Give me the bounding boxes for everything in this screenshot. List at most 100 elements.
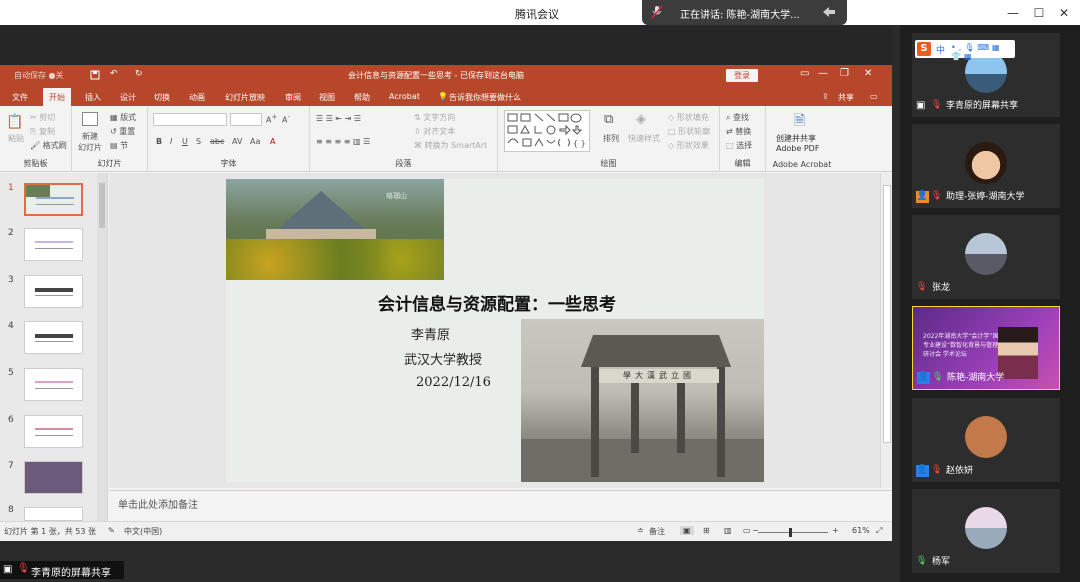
text-direction-button[interactable]: ⇅ 文字方向 — [414, 112, 455, 123]
tab-animations[interactable]: 动画 — [189, 92, 205, 103]
tab-review[interactable]: 审阅 — [285, 92, 301, 103]
smartart-button[interactable]: ⌘ 转换为 SmartArt — [414, 140, 487, 151]
participant-tile-active-speaker[interactable]: 2022年湖南大学“会计学”国家一流本科专业建设“数智化背景与管理理论” 主题研… — [912, 306, 1060, 390]
zoom-level[interactable]: 61% — [852, 526, 870, 535]
replace-button[interactable]: ⇄ 替换 — [726, 126, 751, 137]
undo-icon[interactable]: ↶ — [110, 69, 118, 79]
collapse-icon[interactable] — [820, 4, 838, 20]
speaking-indicator[interactable]: 正在讲话: 陈艳-湖南大学... — [642, 0, 847, 25]
quick-style-icon[interactable]: ◈ — [636, 112, 646, 127]
pdf-icon[interactable]: 🗎 — [794, 110, 805, 134]
bold-icon[interactable]: B — [156, 137, 162, 146]
quick-style-button[interactable]: 快速样式 — [628, 133, 660, 144]
notes-button[interactable]: 备注 — [649, 526, 665, 537]
slide-thumbnail[interactable] — [24, 275, 83, 308]
ime-mode[interactable]: 中 — [936, 43, 945, 56]
select-button[interactable]: ⬚ 选择 — [726, 140, 752, 151]
zoom-slider[interactable] — [758, 528, 828, 537]
slide-thumbnail[interactable] — [24, 183, 83, 216]
share-icon[interactable]: ⇪ — [822, 92, 829, 101]
underline-icon[interactable]: U — [182, 137, 188, 146]
ppt-close-icon[interactable]: ✕ — [864, 68, 872, 79]
cut-button[interactable]: ✂ 剪切 — [30, 112, 55, 123]
save-icon[interactable] — [90, 70, 100, 80]
notes-pane[interactable]: 单击此处添加备注 — [109, 490, 892, 521]
tab-acrobat[interactable]: Acrobat — [389, 92, 420, 101]
zoom-out-icon[interactable]: − — [752, 526, 759, 535]
participant-tile[interactable]: 🎙 张龙 — [912, 215, 1060, 299]
align-text-button[interactable]: ⇳ 对齐文本 — [414, 126, 455, 137]
shadow-icon[interactable]: S — [196, 137, 201, 146]
tab-help[interactable]: 帮助 — [354, 92, 370, 103]
align-icons[interactable]: ≡ ≡ ≡ ≡ ▥ ☰ — [316, 137, 370, 146]
format-painter-button[interactable]: 🖌 格式刷 — [30, 140, 67, 151]
slide-thumbnail[interactable] — [24, 228, 83, 261]
shapes-gallery[interactable]: { } — [504, 110, 590, 152]
font-size-select[interactable] — [230, 113, 262, 126]
maximize-icon[interactable]: ☐ — [1031, 5, 1047, 21]
shape-effect-button[interactable]: ◇ 形状效果 — [668, 140, 709, 151]
ime-tools-icon[interactable]: •,🎙⌨▦👕▦ — [951, 43, 1015, 61]
participant-tile[interactable]: 👤 🎙 助理-张婷-湖南大学 — [912, 124, 1060, 208]
layout-button[interactable]: ▦ 版式 — [110, 112, 136, 123]
tell-me-search[interactable]: 告诉我你想要做什么 — [449, 92, 521, 103]
paste-icon[interactable]: 📋 — [6, 114, 23, 130]
new-slide-icon[interactable] — [82, 112, 98, 126]
arrange-button[interactable]: 排列 — [603, 133, 619, 144]
arrange-icon[interactable]: ⧉ — [604, 112, 613, 127]
slide-position[interactable]: 武汉大学教授 — [404, 349, 482, 368]
create-share-button[interactable]: 创建并共享 — [776, 133, 816, 144]
tab-transitions[interactable]: 切换 — [154, 92, 170, 103]
ppt-minimize-icon[interactable]: — — [818, 68, 828, 79]
strikethrough-icon[interactable]: abc — [210, 137, 224, 146]
shape-outline-button[interactable]: □ 形状轮廓 — [668, 126, 710, 137]
redo-icon[interactable]: ↻ — [135, 69, 143, 79]
autosave-toggle[interactable]: 自动保存 ●关 — [14, 70, 64, 81]
slide-scrollbar[interactable] — [880, 173, 892, 488]
slide-thumbnail[interactable] — [24, 415, 83, 448]
ribbon-display-icon[interactable]: ▭ — [800, 68, 809, 79]
font-family-select[interactable] — [153, 113, 227, 126]
tab-home[interactable]: 开始 — [43, 88, 71, 106]
spellcheck-icon[interactable]: ✎ — [108, 526, 115, 535]
comment-icon[interactable]: ▭ — [870, 92, 878, 101]
slide-author[interactable]: 李青原 — [411, 324, 450, 343]
participant-tile[interactable]: 👤 🎙 赵依妍 — [912, 398, 1060, 482]
notes-icon[interactable]: ≐ — [637, 526, 644, 535]
slide-thumbnail[interactable] — [24, 321, 83, 354]
font-color-icon[interactable]: A — [270, 137, 275, 146]
fit-slide-icon[interactable]: ⤢ — [876, 526, 882, 536]
share-button[interactable]: 共享 — [838, 92, 854, 103]
find-button[interactable]: ⌕ 查找 — [726, 112, 749, 123]
participant-tile[interactable]: 🎙 杨军 — [912, 489, 1060, 573]
shape-fill-button[interactable]: ◇ 形状填充 — [668, 112, 709, 123]
slide-title[interactable]: 会计信息与资源配置：一些思考 — [347, 290, 647, 315]
sorter-view-icon[interactable]: ⊞ — [703, 526, 710, 535]
input-method-toolbar[interactable]: S 中 •,🎙⌨▦👕▦ — [915, 40, 1015, 61]
ppt-restore-icon[interactable]: ❐ — [840, 68, 849, 79]
slideshow-icon[interactable]: ▭ — [743, 526, 751, 535]
bullets-icon[interactable]: ☰ ☰ ⇤ ⇥ ☰ — [316, 114, 361, 123]
tab-design[interactable]: 设计 — [120, 92, 136, 103]
font-size-up-icon[interactable]: A+ — [266, 113, 277, 125]
italic-icon[interactable]: I — [170, 137, 172, 146]
slide-thumbnail[interactable] — [24, 507, 83, 521]
font-size-down-icon[interactable]: A- — [282, 113, 290, 125]
login-button[interactable]: 登录 — [726, 69, 758, 82]
zoom-in-icon[interactable]: + — [832, 526, 839, 535]
language-status[interactable]: 中文(中国) — [124, 526, 162, 537]
tab-insert[interactable]: 插入 — [85, 92, 101, 103]
normal-view-icon[interactable]: ▣ — [680, 526, 694, 535]
tab-file[interactable]: 文件 — [12, 92, 28, 103]
reading-view-icon[interactable]: ▥ — [724, 526, 732, 535]
section-button[interactable]: ▤ 节 — [110, 140, 128, 151]
thumbnail-scrollbar[interactable] — [97, 173, 107, 521]
copy-button[interactable]: ⎘ 复制 — [30, 126, 55, 137]
new-slide-button[interactable]: 新建 — [82, 131, 98, 142]
slide-thumbnail[interactable] — [24, 461, 83, 494]
char-spacing-icon[interactable]: AV — [232, 137, 242, 146]
paste-button[interactable]: 粘贴 — [8, 133, 24, 144]
reset-button[interactable]: ↺ 重置 — [110, 126, 135, 137]
close-icon[interactable]: ✕ — [1056, 5, 1072, 21]
minimize-icon[interactable]: — — [1005, 5, 1021, 21]
